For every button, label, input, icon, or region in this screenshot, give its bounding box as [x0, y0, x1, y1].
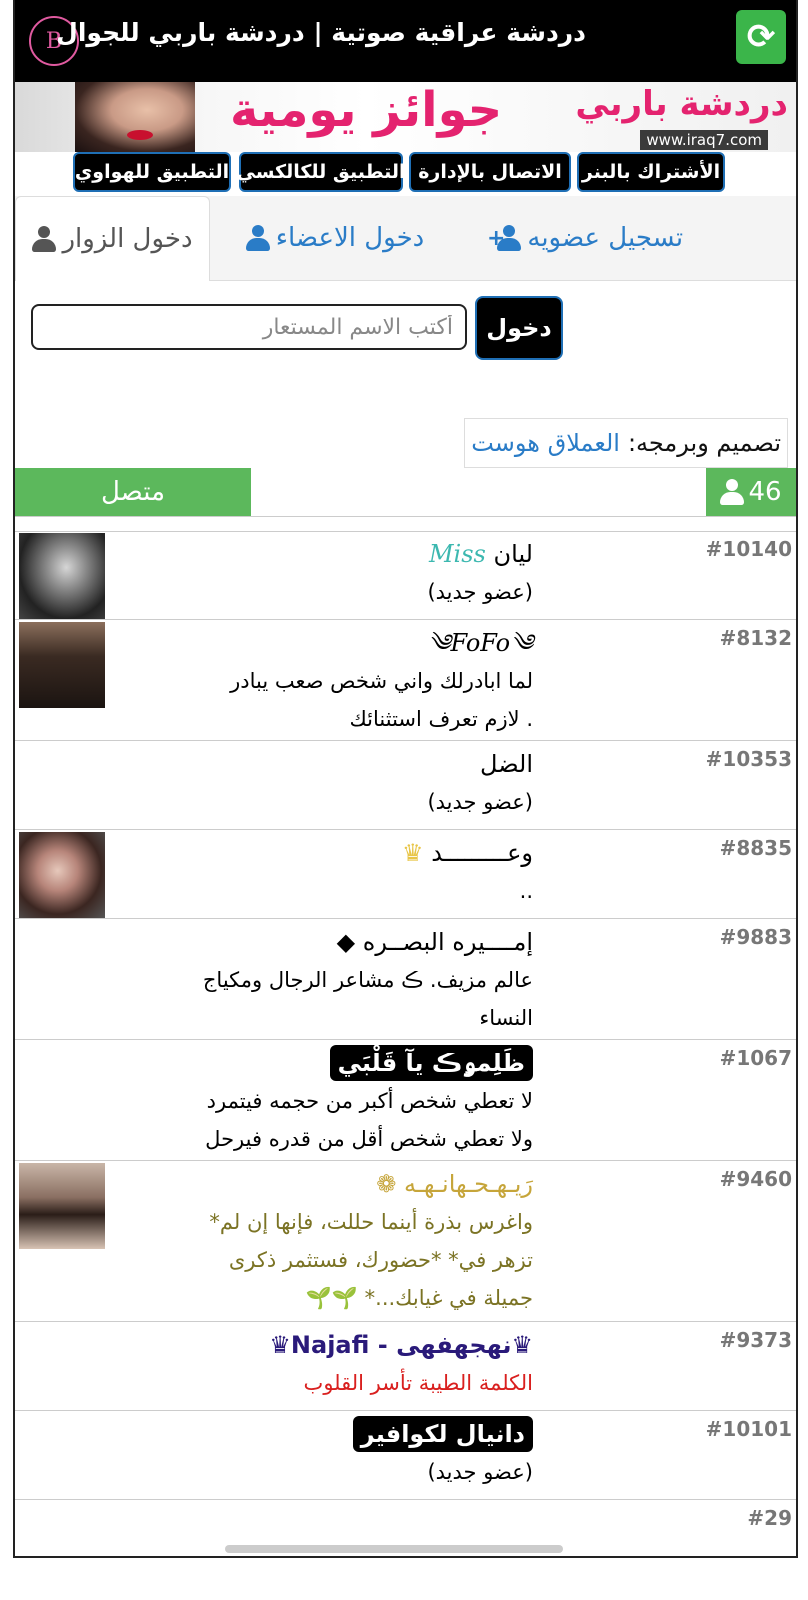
enter-button[interactable]: دخول — [475, 296, 563, 360]
tab-register-label: تسجيل عضويه — [527, 223, 684, 253]
crown-icon: ♛ — [402, 839, 424, 867]
user-name: وعـــــــــد ♛ — [402, 839, 533, 867]
promo-banner[interactable]: جوائز يومية دردشة باربي www.iraq7.com — [15, 82, 796, 152]
user-status-line: النساء — [479, 1006, 533, 1030]
user-id: #1067 — [719, 1046, 792, 1070]
user-name: الضل — [480, 750, 533, 778]
avatar — [19, 1163, 105, 1249]
user-status: (عضو جديد) — [427, 580, 533, 604]
avatar — [19, 533, 105, 619]
banner-subscribe-button[interactable]: الأشتراك بالبنر — [577, 152, 725, 192]
banner-model-image — [75, 82, 195, 152]
user-name: ♛نهجهفهى - Najafi♛ — [269, 1331, 533, 1359]
tab-members-label: دخول الاعضاء — [275, 223, 425, 253]
user-name: دانيال لكوافير — [113, 1415, 533, 1453]
user-status: .. — [519, 879, 533, 903]
list-item[interactable]: #10353 الضل (عضو جديد) — [15, 741, 796, 830]
credit-label: تصميم وبرمجه: — [627, 429, 781, 457]
banner-lips-decor — [127, 130, 153, 140]
user-id: #10353 — [705, 747, 792, 771]
user-status: الكلمة الطيبة تأسر القلوب — [303, 1371, 533, 1395]
banner-url: www.iraq7.com — [640, 130, 768, 150]
list-item[interactable]: #9460 رَيـهـحـهانـهـه ❁ واغرس بذرة أينما… — [15, 1161, 796, 1322]
online-count-value: 46 — [748, 477, 782, 507]
user-name: رَيـهـحـهانـهـه ❁ — [376, 1170, 533, 1198]
credit-link[interactable]: العملاق هوست — [471, 429, 620, 457]
nickname-input[interactable] — [31, 304, 467, 350]
user-name: ظَلِمۅڪ يآ قَلْبَي — [113, 1044, 533, 1082]
user-status: (عضو جديد) — [427, 1460, 533, 1484]
banner-brand-text: دردشة باربي — [575, 84, 788, 124]
list-item[interactable]: #9883 إمــــيره البصــره ◆ عالم مزيف. ڪ … — [15, 919, 796, 1040]
guest-login-form: دخول — [15, 280, 796, 410]
avatar — [19, 622, 105, 708]
user-status-line: ولا تعطي شخص أقل من قدره فيرحل — [205, 1127, 533, 1151]
user-status-line: تزهر في* *حضورك، فستثمر ذكرى — [228, 1248, 533, 1272]
diamond-icon: ◆ — [336, 928, 356, 956]
user-status-line: جميلة في غيابك...* 🌱🌱 — [305, 1286, 533, 1310]
top-bar: B دردشة عراقية صوتية | دردشة باربي للجوا… — [15, 0, 796, 82]
contact-admin-button[interactable]: الاتصال بالإدارة — [409, 152, 571, 192]
list-item[interactable]: #8835 وعـــــــــد ♛ .. — [15, 830, 796, 919]
status-row: متصل 46 — [15, 468, 796, 516]
nav-buttons: الأشتراك بالبنر الاتصال بالإدارة التطبيق… — [15, 152, 796, 196]
list-item[interactable]: #1067 ظَلِمۅڪ يآ قَلْبَي لا تعطي شخص أكب… — [15, 1040, 796, 1161]
credit-box: تصميم وبرمجه: العملاق هوست — [464, 418, 788, 468]
user-name: ༄FoFo༄ — [427, 629, 533, 657]
user-status-line: عالم مزيف. ڪ مشاعر الرجال ومكياج — [202, 968, 533, 992]
list-item[interactable] — [15, 517, 796, 532]
user-id: #9373 — [719, 1328, 792, 1352]
page-title: دردشة عراقية صوتية | دردشة باربي للجوال — [56, 18, 586, 47]
list-item[interactable]: #10140 ليان Miss (عضو جديد) — [15, 531, 796, 620]
user-id: #10140 — [705, 537, 792, 561]
user-id: #10101 — [705, 1417, 792, 1441]
list-item[interactable]: #9373 ♛نهجهفهى - Najafi♛ الكلمة الطيبة ت… — [15, 1322, 796, 1411]
user-icon — [720, 479, 745, 505]
online-tab[interactable]: متصل — [15, 468, 251, 516]
classic-app-button[interactable]: التطبيق للكالكسي — [237, 152, 405, 192]
user-icon — [32, 226, 57, 252]
home-indicator[interactable] — [225, 1545, 563, 1553]
login-tabs: تسجيل عضويه + دخول الاعضاء دخول الزوار — [15, 196, 796, 281]
banner-prizes-text: جوائز يومية — [230, 82, 503, 138]
user-name: إمــــيره البصــره ◆ — [336, 928, 533, 956]
user-icon — [245, 225, 270, 251]
flower-icon: ❁ — [376, 1170, 397, 1198]
huawei-app-button[interactable]: التطبيق للهواوي — [73, 152, 231, 192]
tab-members-login[interactable]: دخول الاعضاء — [220, 196, 450, 280]
user-id: #8132 — [719, 626, 792, 650]
user-status-line: . لازم تعرف استثنائك — [349, 707, 533, 731]
refresh-button[interactable]: ⟳ — [736, 10, 786, 64]
user-id: #9883 — [719, 925, 792, 949]
user-status-line: لما ابادرلك واني شخص صعب يبادر — [230, 669, 533, 693]
online-users-list: #10140 ليان Miss (عضو جديد) #8132 ༄FoFo༄… — [15, 516, 796, 1556]
app-frame: B دردشة عراقية صوتية | دردشة باربي للجوا… — [13, 0, 798, 1558]
user-id: #8835 — [719, 836, 792, 860]
user-name: ليان Miss — [428, 540, 533, 568]
tab-guest-label: دخول الزوار — [62, 224, 193, 254]
tab-register[interactable]: تسجيل عضويه + — [460, 196, 710, 280]
refresh-icon: ⟳ — [746, 17, 776, 57]
user-status: (عضو جديد) — [427, 790, 533, 814]
avatar — [19, 832, 105, 918]
list-item[interactable]: #10101 دانيال لكوافير (عضو جديد) — [15, 1411, 796, 1500]
tab-guest-login[interactable]: دخول الزوار — [15, 196, 210, 281]
user-id: #29 — [747, 1506, 792, 1530]
user-status-line: لا تعطي شخص أكبر من حجمه فيتمرد — [206, 1089, 533, 1113]
user-id: #9460 — [719, 1167, 792, 1191]
user-status-line: واغرس بذرة أينما حللت، فإنها إن لم* — [209, 1210, 533, 1234]
online-count[interactable]: 46 — [706, 468, 796, 516]
add-user-icon: + — [487, 225, 522, 251]
list-item[interactable]: #8132 ༄FoFo༄ لما ابادرلك واني شخص صعب يب… — [15, 620, 796, 741]
